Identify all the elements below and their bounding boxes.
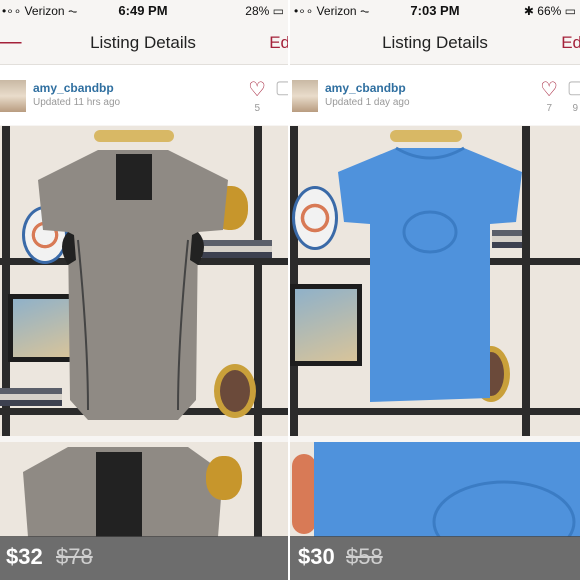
nav-bar: Listing Details Ed bbox=[290, 22, 580, 65]
price: $32 bbox=[6, 544, 43, 569]
edit-button[interactable]: Ed bbox=[269, 33, 288, 53]
decor-plate bbox=[292, 454, 316, 534]
original-price: $58 bbox=[346, 544, 383, 569]
status-bar: •∘∘ Verizon ⏦ 6:49 PM 28% ▭ bbox=[0, 0, 288, 22]
like-count: 7 bbox=[546, 103, 552, 114]
seller-username[interactable]: amy_cbandbp bbox=[325, 81, 406, 95]
nav-bar: ⟵ Listing Details Ed bbox=[0, 22, 288, 65]
original-price: $78 bbox=[56, 544, 93, 569]
shelf-post bbox=[290, 126, 298, 436]
price-bar: $30 $58 bbox=[290, 536, 580, 580]
shirt-image bbox=[338, 146, 522, 402]
page-title: Listing Details bbox=[382, 33, 488, 52]
updated-timestamp: Updated 11 hrs ago bbox=[33, 97, 121, 108]
shirt-image bbox=[314, 442, 580, 537]
seller-row: amy_cbandbp Updated 11 hrs ago ♡ 5 ▢ bbox=[0, 65, 288, 125]
avatar[interactable] bbox=[292, 80, 318, 112]
updated-timestamp: Updated 1 day ago bbox=[325, 97, 410, 108]
seller-username[interactable]: amy_cbandbp bbox=[33, 81, 114, 95]
decor-pineapple bbox=[206, 456, 242, 500]
battery-indicator: ✱ 66% ▭ bbox=[523, 4, 576, 18]
status-bar: •∘∘ Verizon ⏦ 7:03 PM ✱ 66% ▭ bbox=[290, 0, 580, 22]
edit-button[interactable]: Ed bbox=[561, 33, 580, 53]
comment-icon[interactable]: ▢ bbox=[275, 77, 288, 98]
battery-indicator: 28% ▭ bbox=[245, 4, 284, 18]
shelf-post bbox=[254, 442, 262, 537]
price: $30 bbox=[298, 544, 335, 569]
comment-icon[interactable]: ▢ bbox=[567, 77, 580, 98]
page-title: Listing Details bbox=[90, 33, 196, 52]
shirt-image bbox=[38, 150, 228, 420]
listing-photo-next[interactable] bbox=[0, 442, 288, 537]
avatar[interactable] bbox=[0, 80, 26, 112]
listing-photo-next[interactable] bbox=[290, 442, 580, 537]
listing-photo[interactable] bbox=[0, 126, 288, 436]
heart-icon[interactable]: ♡ bbox=[540, 77, 558, 102]
price-bar: $32 $78 bbox=[0, 536, 288, 580]
like-count: 5 bbox=[254, 103, 260, 114]
listing-panel-right: •∘∘ Verizon ⏦ 7:03 PM ✱ 66% ▭ Listing De… bbox=[290, 0, 580, 580]
listing-photo[interactable] bbox=[290, 126, 580, 436]
seller-row: amy_cbandbp Updated 1 day ago ♡ 7 ▢ 9 bbox=[290, 65, 580, 125]
comment-count: 9 bbox=[572, 103, 578, 114]
shirt-image bbox=[23, 447, 223, 537]
listing-panel-left: •∘∘ Verizon ⏦ 6:49 PM 28% ▭ ⟵ Listing De… bbox=[0, 0, 288, 580]
heart-icon[interactable]: ♡ bbox=[248, 77, 266, 102]
